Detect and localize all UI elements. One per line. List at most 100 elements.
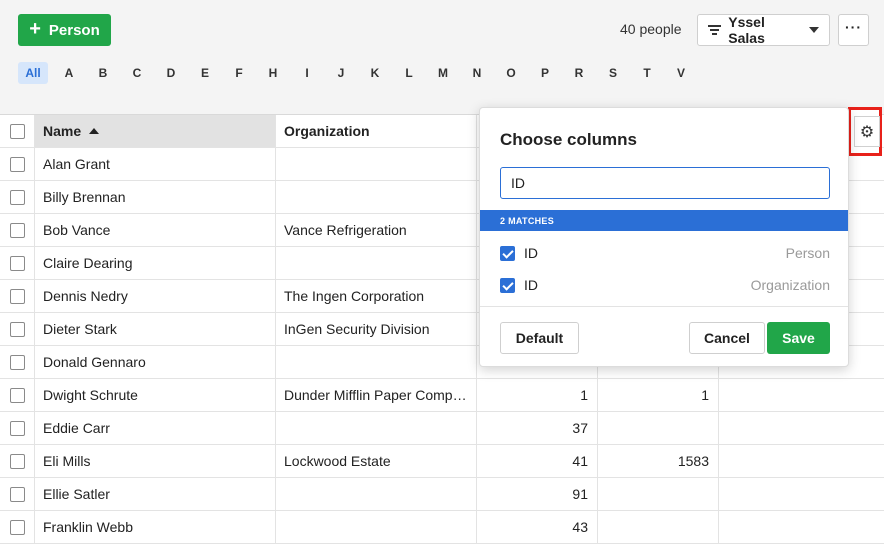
gear-icon: ⚙ [859,123,875,141]
match-item-id-organization[interactable]: ID Organization [500,273,830,297]
letter-filter-f[interactable]: F [222,62,256,84]
letter-filter-c[interactable]: C [120,62,154,84]
organization-cell[interactable] [276,511,477,543]
organization-cell[interactable] [276,412,477,444]
name-column-header[interactable]: Name [35,115,276,147]
row-select-cell [0,346,35,378]
add-person-label: Person [48,21,100,39]
select-all-checkbox[interactable] [9,123,25,139]
organization-cell[interactable] [276,247,477,279]
table-row[interactable]: Eli Mills Lockwood Estate 41 1583 [0,445,884,478]
numeric-cell-1[interactable]: 91 [477,478,598,510]
row-checkbox[interactable] [9,486,25,502]
table-row[interactable]: Dwight Schrute Dunder Mifflin Paper Comp…… [0,379,884,412]
column-settings-button[interactable]: ⚙ [854,116,880,147]
letter-filter-s[interactable]: S [596,62,630,84]
person-name[interactable]: Bob Vance [35,214,276,246]
row-checkbox[interactable] [9,453,25,469]
person-name[interactable]: Donald Gennaro [35,346,276,378]
organization-text: The Ingen Corporation [284,287,425,304]
column-search-input[interactable] [500,167,830,199]
person-name[interactable]: Claire Dearing [35,247,276,279]
letter-filter-m[interactable]: M [426,62,460,84]
organization-cell[interactable]: The Ingen Corporation [276,280,477,312]
person-name[interactable]: Eli Mills [35,445,276,477]
row-checkbox[interactable] [9,387,25,403]
row-select-cell [0,214,35,246]
letter-filter-d[interactable]: D [154,62,188,84]
letter-filter-o[interactable]: O [494,62,528,84]
person-name[interactable]: Ellie Satler [35,478,276,510]
numeric-cell-1[interactable]: 1 [477,379,598,411]
letter-filter-b[interactable]: B [86,62,120,84]
row-checkbox[interactable] [9,156,25,172]
letter-filter-e[interactable]: E [188,62,222,84]
checkbox-checked-icon[interactable] [500,245,515,261]
row-checkbox[interactable] [9,189,25,205]
numeric-cell-1[interactable]: 41 [477,445,598,477]
letter-filter-h[interactable]: H [256,62,290,84]
person-name[interactable]: Franklin Webb [35,511,276,543]
chevron-down-icon [809,27,819,33]
letter-filter-l[interactable]: L [392,62,426,84]
person-name-text: Bob Vance [43,222,111,238]
row-checkbox[interactable] [9,420,25,436]
organization-cell[interactable]: Vance Refrigeration [276,214,477,246]
letter-filter-j[interactable]: J [324,62,358,84]
organization-cell[interactable] [276,181,477,213]
letter-filter-v[interactable]: V [664,62,698,84]
organization-cell[interactable]: Dunder Mifflin Paper Comp… [276,379,477,411]
table-row[interactable]: Eddie Carr 37 [0,412,884,445]
row-checkbox[interactable] [9,321,25,337]
numeric-cell-1[interactable]: 43 [477,511,598,543]
numeric-cell-2[interactable] [598,412,719,444]
numeric-value-1: 1 [580,387,588,403]
person-name[interactable]: Dwight Schrute [35,379,276,411]
table-row[interactable]: Ellie Satler 91 [0,478,884,511]
row-checkbox[interactable] [9,222,25,238]
match-item-id-person[interactable]: ID Person [500,241,830,265]
row-checkbox[interactable] [9,354,25,370]
organization-cell[interactable] [276,478,477,510]
organization-cell[interactable] [276,148,477,180]
numeric-cell-2[interactable]: 1 [598,379,719,411]
numeric-cell-2[interactable] [598,478,719,510]
filter-dropdown[interactable]: Yssel Salas [697,14,830,46]
organization-column-header[interactable]: Organization [276,115,477,147]
person-name[interactable]: Billy Brennan [35,181,276,213]
letter-filter-t[interactable]: T [630,62,664,84]
letter-filter-r[interactable]: R [562,62,596,84]
letter-filter-a[interactable]: A [52,62,86,84]
default-button[interactable]: Default [500,322,579,354]
row-checkbox[interactable] [9,519,25,535]
save-button[interactable]: Save [767,322,830,354]
organization-cell[interactable]: Lockwood Estate [276,445,477,477]
person-name[interactable]: Dennis Nedry [35,280,276,312]
letter-filter-k[interactable]: K [358,62,392,84]
letter-filter-p[interactable]: P [528,62,562,84]
letter-filter-n[interactable]: N [460,62,494,84]
organization-text: InGen Security Division [284,320,430,337]
organization-cell[interactable] [276,346,477,378]
table-row[interactable]: Franklin Webb 43 [0,511,884,544]
popup-divider [480,306,848,307]
cancel-button[interactable]: Cancel [689,322,765,354]
numeric-value-2: 1583 [677,453,709,469]
organization-cell[interactable]: InGen Security Division [276,313,477,345]
letter-filter-all[interactable]: All [18,62,48,84]
person-name[interactable]: Alan Grant [35,148,276,180]
row-select-cell [0,412,35,444]
row-checkbox[interactable] [9,288,25,304]
person-name[interactable]: Dieter Stark [35,313,276,345]
more-options-button[interactable]: ··· [838,14,869,46]
matches-count-bar: 2 MATCHES [480,210,848,231]
row-select-cell [0,445,35,477]
numeric-cell-1[interactable]: 37 [477,412,598,444]
add-person-button[interactable]: + Person [18,14,111,46]
numeric-cell-2[interactable]: 1583 [598,445,719,477]
person-name[interactable]: Eddie Carr [35,412,276,444]
letter-filter-i[interactable]: I [290,62,324,84]
row-checkbox[interactable] [9,255,25,271]
checkbox-checked-icon[interactable] [500,277,515,293]
numeric-cell-2[interactable] [598,511,719,543]
